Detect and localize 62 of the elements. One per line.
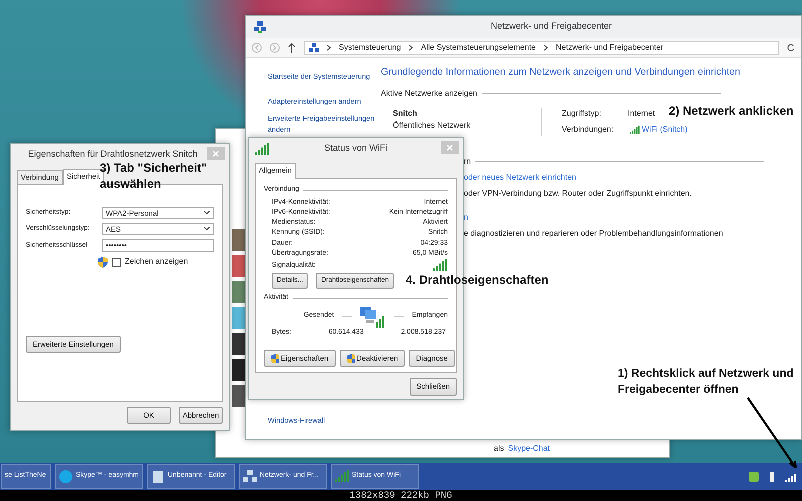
avatar-placeholder xyxy=(232,255,245,277)
annotation-text: 4. Drahtloseigenschaften xyxy=(406,272,549,288)
avatar-placeholder xyxy=(232,229,245,251)
checkbox-label: Zeichen anzeigen xyxy=(125,256,188,268)
description-text: oder VPN-Verbindung bzw. Router oder Zugriffspunkt einrichten. xyxy=(464,188,692,200)
breadcrumb-item[interactable]: Systemsteuerung xyxy=(339,42,402,54)
avatar-placeholder xyxy=(232,281,245,303)
window-title: Netzwerk- und Freigabecenter xyxy=(491,20,612,34)
avatar-placeholder xyxy=(232,359,245,381)
avatar-placeholder xyxy=(232,307,245,329)
signal-icon xyxy=(335,470,349,484)
signal-icon xyxy=(785,472,797,482)
close-button[interactable] xyxy=(441,141,459,154)
close-button[interactable] xyxy=(207,147,225,160)
close-icon xyxy=(213,150,219,156)
network-type: Öffentliches Netzwerk xyxy=(393,120,472,132)
skype-icon xyxy=(59,470,73,484)
notepad-icon xyxy=(151,470,165,484)
checkbox[interactable] xyxy=(112,258,121,267)
dialog-title: Eigenschaften für Drahtlosnetzwerk Snitch xyxy=(28,148,198,162)
dialog-title: Status von WiFi xyxy=(324,142,388,156)
shield-icon xyxy=(346,354,355,364)
skype-chat-link[interactable]: Skype-Chat xyxy=(508,443,550,455)
forward-icon xyxy=(270,42,280,52)
page-heading: Grundlegende Informationen zum Netzwerk anzeigen und Verbindungen einrichten xyxy=(381,66,742,80)
chevron-icon xyxy=(409,44,414,50)
back-icon xyxy=(252,42,262,52)
close-icon xyxy=(447,144,453,150)
device-icon xyxy=(767,472,777,482)
breadcrumb-item[interactable]: Netzwerk- und Freigabecenter xyxy=(556,42,664,54)
caret-icon xyxy=(204,211,210,216)
network-icon xyxy=(243,470,257,484)
section-label: Aktive Netzwerke anzeigen xyxy=(381,88,478,100)
field-value: Internet xyxy=(628,108,656,120)
field-label: Zugriffstyp: xyxy=(562,108,602,120)
network-name: Snitch xyxy=(393,108,418,120)
network-computers-icon xyxy=(360,306,386,328)
image-caption: 1382x839 222kb PNG xyxy=(350,490,452,501)
description-text: e diagnostizieren und reparieren oder Problembehandlungsinformationen xyxy=(464,228,724,240)
shield-icon xyxy=(98,256,108,268)
network-icon xyxy=(254,21,266,33)
annotation-text: 2) Netzwerk anklicken xyxy=(669,103,795,120)
signal-icon xyxy=(255,143,269,155)
link[interactable]: oder neues Netzwerk einrichten xyxy=(464,172,577,184)
signal-strength-icon xyxy=(433,258,448,271)
network-icon xyxy=(309,42,319,52)
avatar-placeholder xyxy=(232,333,245,355)
caret-icon xyxy=(204,227,210,232)
section-label: rn xyxy=(464,156,472,168)
signal-icon xyxy=(630,126,640,134)
breadcrumb-item[interactable]: Alle Systemsteuerungselemente xyxy=(421,42,536,54)
annotation-text: 1) Rechtsklick auf Netzwerk und Freigabecenter öffnen xyxy=(618,367,795,398)
field-label: Verbindungen: xyxy=(562,124,615,136)
link[interactable]: n xyxy=(464,212,468,224)
connection-link[interactable]: WiFi (Snitch) xyxy=(642,124,688,136)
shield-icon xyxy=(271,354,279,364)
refresh-icon xyxy=(787,44,795,52)
up-arrow-icon xyxy=(288,42,296,52)
chat-prefix: als xyxy=(494,443,504,455)
chevron-icon xyxy=(327,44,331,50)
avatar-placeholder xyxy=(232,385,245,407)
chevron-icon xyxy=(544,44,548,50)
